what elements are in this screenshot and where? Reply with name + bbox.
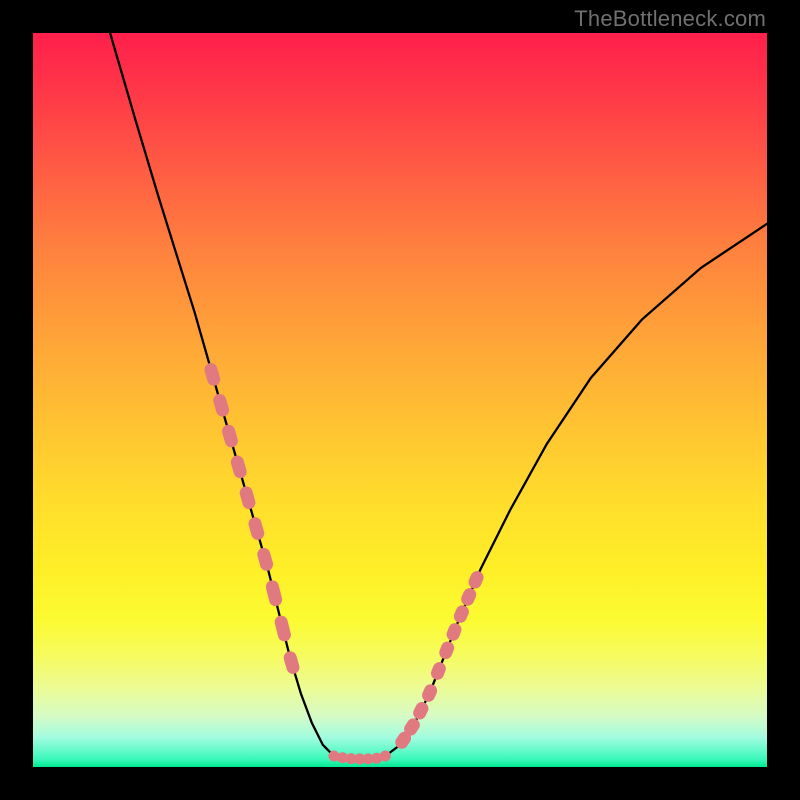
accent-capsule <box>247 516 266 542</box>
accent-dot <box>346 753 357 764</box>
accent-dot <box>337 752 348 763</box>
accent-capsule <box>273 614 292 643</box>
accent-capsule <box>402 716 423 738</box>
accent-capsule <box>221 423 240 449</box>
accent-capsule <box>420 682 439 704</box>
accent-capsule <box>212 392 231 418</box>
watermark-text: TheBottleneck.com <box>574 6 766 32</box>
accent-capsule <box>459 586 478 608</box>
curve-flat-bottom <box>334 756 385 759</box>
accent-capsule <box>437 640 456 662</box>
accent-capsule <box>282 650 301 676</box>
accent-capsule <box>429 660 448 682</box>
accent-dot <box>328 750 339 761</box>
curve-left-branch <box>110 33 334 756</box>
accent-dot <box>380 750 391 761</box>
accent-capsule <box>256 546 275 572</box>
accent-capsule <box>238 485 257 511</box>
chart-plot-area <box>33 33 767 767</box>
accent-capsule <box>393 729 414 751</box>
accent-capsule <box>467 569 486 591</box>
accent-capsule <box>445 621 464 643</box>
accent-capsule <box>265 579 284 608</box>
chart-svg <box>33 33 767 767</box>
accent-dot <box>363 753 374 764</box>
accent-capsule <box>411 700 431 722</box>
curve-right-branch <box>385 224 767 756</box>
accent-dot <box>371 753 382 764</box>
accent-capsule <box>229 454 248 480</box>
accent-dot <box>354 753 365 764</box>
chart-curve-group <box>110 33 767 759</box>
accent-capsule <box>452 603 471 625</box>
accent-highlight-group <box>203 362 486 765</box>
accent-capsule <box>203 362 222 388</box>
